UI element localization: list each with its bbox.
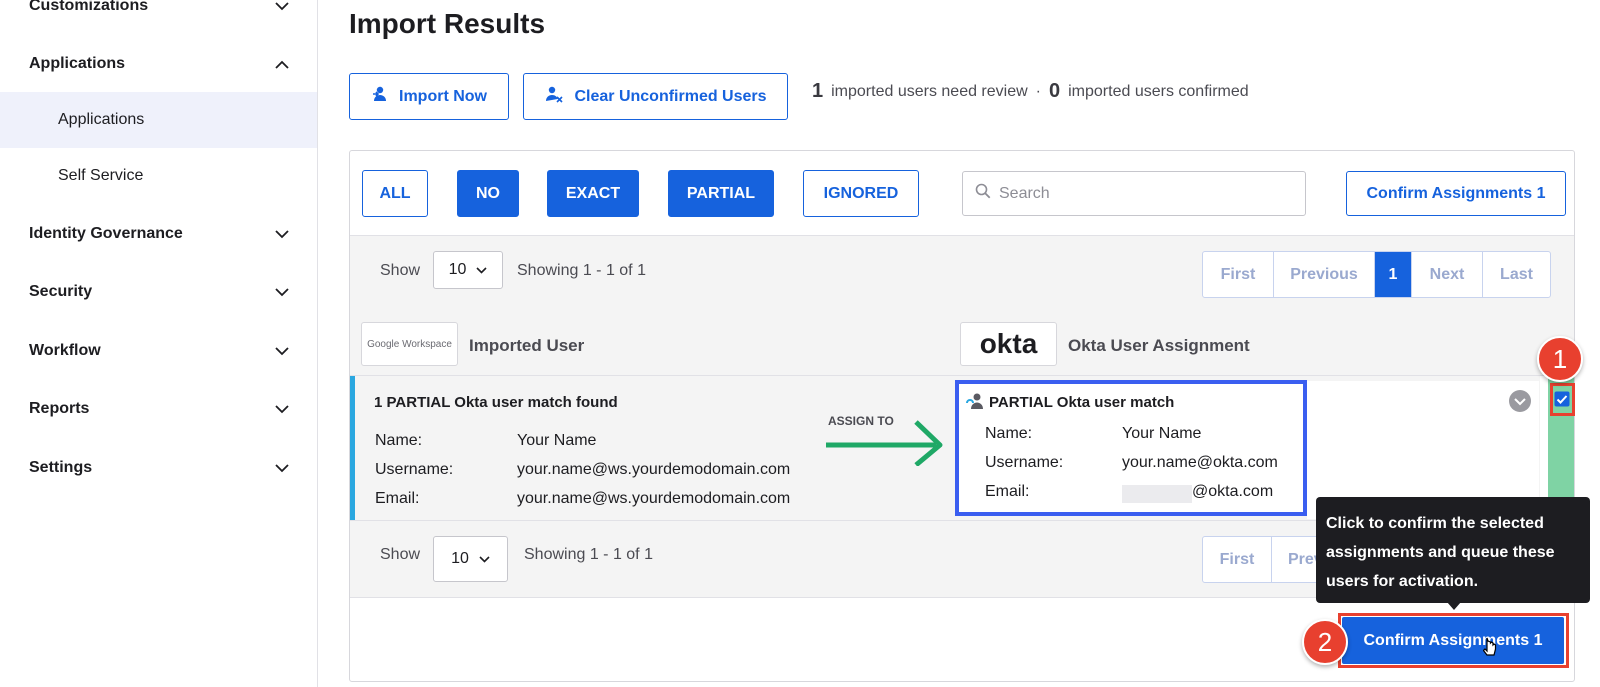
page-size-select[interactable]: 10 — [433, 251, 503, 289]
page-size-value: 10 — [451, 550, 469, 567]
sidebar-item-label: Customizations — [29, 0, 149, 14]
row-checkbox[interactable] — [1554, 391, 1570, 412]
confirm-assignments-button-top[interactable]: Confirm Assignments 1 — [1346, 171, 1566, 216]
page-first-button[interactable]: First — [1203, 252, 1274, 297]
chevron-up-icon — [275, 57, 289, 71]
filter-ignored-button[interactable]: IGNORED — [803, 170, 919, 217]
imported-username-key: Username: — [375, 461, 454, 478]
import-user-icon — [371, 85, 389, 108]
sidebar-item-applications[interactable]: Applications — [0, 36, 317, 92]
search-placeholder: Search — [999, 184, 1050, 202]
page-last-button[interactable]: Last — [1483, 252, 1550, 297]
filter-partial-button[interactable]: PARTIAL — [668, 170, 774, 217]
okta-logo: okta — [960, 322, 1057, 366]
step-2-badge: 2 — [1302, 619, 1348, 665]
review-count: 1 — [812, 80, 824, 102]
chevron-down-icon — [275, 0, 289, 13]
chevron-down-icon — [275, 402, 289, 416]
page-previous-button[interactable]: Prev — [1272, 537, 1321, 582]
search-icon — [975, 183, 991, 204]
sidebar-item-label: Security — [29, 283, 93, 300]
review-text: imported users need review — [831, 82, 1028, 100]
page-size-select-bottom[interactable]: 10 — [433, 536, 508, 582]
clear-user-icon — [544, 85, 564, 108]
sidebar-subitem-label: Applications — [58, 111, 145, 128]
filter-exact-button[interactable]: EXACT — [547, 170, 639, 217]
imported-email-value: your.name@ws.yourdemodomain.com — [517, 490, 791, 507]
step-1-badge: 1 — [1537, 336, 1583, 382]
sidebar-item-reports[interactable]: Reports — [0, 381, 317, 437]
sidebar-item-label: Identity Governance — [29, 225, 183, 242]
clear-unconfirmed-label: Clear Unconfirmed Users — [574, 87, 767, 105]
chevron-down-icon — [275, 227, 289, 241]
filter-no-button[interactable]: NO — [457, 170, 519, 217]
show-label: Show — [380, 546, 421, 563]
chevron-down-icon — [275, 344, 289, 358]
okta-logo-text: okta — [979, 328, 1038, 359]
sidebar-item-customizations[interactable]: Customizations — [0, 0, 317, 34]
sidebar-item-label: Applications — [29, 55, 126, 72]
okta-email-key: Email: — [985, 483, 1030, 500]
expand-chevron-icon[interactable] — [1508, 389, 1532, 418]
sidebar-subitem-applications[interactable]: Applications — [0, 92, 317, 148]
page-current-button[interactable]: 1 — [1375, 252, 1412, 297]
pagination-top: First Previous 1 Next Last — [1202, 251, 1551, 298]
imported-user-header: Imported User — [469, 336, 585, 355]
okta-name-value: Your Name — [1122, 425, 1202, 442]
user-link-icon — [966, 392, 985, 415]
okta-email-value: @okta.com — [1192, 483, 1274, 500]
okta-username-value: your.name@okta.com — [1122, 454, 1278, 471]
confirmed-text: imported users confirmed — [1068, 82, 1249, 100]
sidebar-item-workflow[interactable]: Workflow — [0, 323, 317, 379]
okta-name-key: Name: — [985, 425, 1033, 442]
pagination-bottom: First Prev — [1202, 536, 1322, 583]
clear-unconfirmed-users-button[interactable]: Clear Unconfirmed Users — [523, 73, 788, 120]
sidebar-item-identity-governance[interactable]: Identity Governance — [0, 206, 317, 262]
sidebar-item-label: Workflow — [29, 342, 101, 359]
imported-email-key: Email: — [375, 490, 420, 507]
confirm-assignments-button-bottom[interactable]: Confirm Assignments 1 — [1342, 617, 1564, 664]
okta-user-assignment-header: Okta User Assignment — [1068, 336, 1250, 355]
match-found-title: 1 PARTIAL Okta user match found — [374, 394, 618, 411]
showing-count: Showing 1 - 1 of 1 — [517, 262, 646, 279]
google-workspace-logo: Google Workspace — [361, 322, 458, 366]
page-title: Import Results — [349, 8, 546, 39]
sidebar: Customizations Applications Applications… — [0, 0, 318, 687]
chevron-down-icon — [479, 550, 490, 568]
sidebar-subitem-self-service[interactable]: Self Service — [0, 148, 317, 204]
sidebar-item-security[interactable]: Security — [0, 264, 317, 320]
chevron-down-icon — [275, 461, 289, 475]
import-now-button[interactable]: Import Now — [349, 73, 509, 120]
google-workspace-logo-text: Google Workspace — [367, 338, 452, 350]
imported-name-value: Your Name — [517, 432, 597, 449]
summary-separator: · — [1035, 82, 1041, 100]
redacted-email-block — [1122, 485, 1192, 503]
import-summary: 1 imported users need review · 0 importe… — [812, 80, 1249, 103]
confirmed-count: 0 — [1049, 80, 1061, 102]
imported-username-value: your.name@ws.yourdemodomain.com — [517, 461, 791, 478]
okta-username-key: Username: — [985, 454, 1064, 471]
showing-count-bottom: Showing 1 - 1 of 1 — [524, 546, 653, 563]
show-label: Show — [380, 262, 421, 279]
page-previous-button[interactable]: Previous — [1274, 252, 1375, 297]
sidebar-item-label: Reports — [29, 400, 90, 417]
filter-all-button[interactable]: ALL — [362, 170, 428, 217]
search-input[interactable]: Search — [962, 171, 1306, 216]
arrow-right-icon — [824, 418, 946, 471]
okta-match-title: PARTIAL Okta user match — [989, 394, 1175, 411]
imported-name-key: Name: — [375, 432, 423, 449]
confirm-tooltip: Click to confirm the selected assignment… — [1316, 497, 1590, 603]
sidebar-subitem-label: Self Service — [58, 167, 144, 184]
page-size-value: 10 — [448, 261, 467, 278]
chevron-down-icon — [476, 261, 487, 279]
sidebar-item-settings[interactable]: Settings — [0, 440, 317, 496]
sidebar-item-label: Settings — [29, 459, 93, 476]
import-now-label: Import Now — [399, 87, 487, 105]
page-next-button[interactable]: Next — [1412, 252, 1483, 297]
chevron-down-icon — [275, 285, 289, 299]
tooltip-pointer — [1447, 602, 1461, 610]
mouse-cursor-icon — [1482, 637, 1497, 664]
page-first-button[interactable]: First — [1203, 537, 1272, 582]
